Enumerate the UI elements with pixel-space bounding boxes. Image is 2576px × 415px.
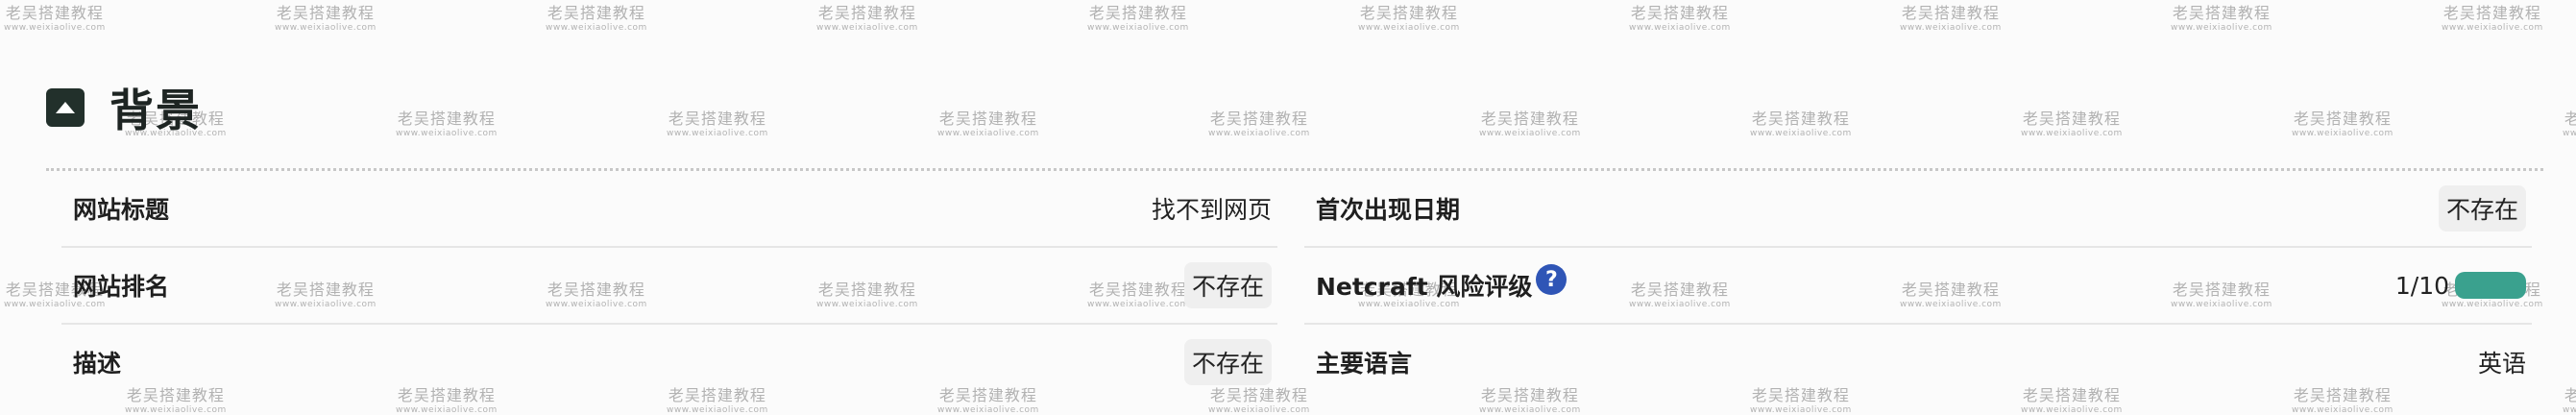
section-title: 背景 (109, 85, 202, 136)
info-row-primary-language: 主要语言 英语 (1304, 325, 2532, 400)
first-seen-value: 不存在 (2438, 185, 2526, 232)
info-row-first-seen: 首次出现日期 不存在 (1304, 171, 2532, 248)
watermark-line1: 老吴搭建教程 (1209, 110, 1308, 128)
watermark-line1: 老吴搭建教程 (817, 4, 916, 22)
netcraft-risk-label: Netcraft 风险评级 (1316, 273, 1533, 301)
description-label: 描述 (73, 350, 122, 378)
watermark-line2: www.weixiaolive.com (667, 129, 768, 138)
watermark-line2: www.weixiaolive.com (4, 23, 106, 33)
watermark-text: 老吴搭建教程www.weixiaolive.com (1208, 111, 1310, 138)
watermark-line2: www.weixiaolive.com (1208, 405, 1310, 415)
watermark-line2: www.weixiaolive.com (1750, 405, 1852, 415)
watermark-line2: www.weixiaolive.com (1087, 23, 1189, 33)
watermark-line1: 老吴搭建教程 (2442, 4, 2541, 22)
watermark-line1: 老吴搭建教程 (547, 4, 645, 22)
watermark-text: 老吴搭建教程www.weixiaolive.com (937, 111, 1039, 138)
watermark-line2: www.weixiaolive.com (2442, 23, 2543, 33)
watermark-line1: 老吴搭建教程 (938, 110, 1037, 128)
watermark-line2: www.weixiaolive.com (1900, 23, 2002, 33)
watermark-text: 老吴搭建教程www.weixiaolive.com (2171, 6, 2272, 33)
site-title-label: 网站标题 (73, 196, 170, 224)
watermark-text: 老吴搭建教程www.weixiaolive.com (1479, 111, 1581, 138)
watermark-text: 老吴搭建教程www.weixiaolive.com (2563, 388, 2576, 415)
risk-rating-bar (2455, 272, 2526, 299)
primary-language-value: 英语 (2477, 350, 2526, 378)
watermark-line1: 老吴搭建教程 (5, 4, 104, 22)
watermark-text: 老吴搭建教程www.weixiaolive.com (2021, 111, 2123, 138)
watermark-text: 老吴搭建教程www.weixiaolive.com (2563, 111, 2576, 138)
watermark-line1: 老吴搭建教程 (2022, 110, 2121, 128)
watermark-line2: www.weixiaolive.com (2292, 405, 2394, 415)
watermark-line2: www.weixiaolive.com (2021, 129, 2123, 138)
watermark-text: 老吴搭建教程www.weixiaolive.com (816, 6, 918, 33)
watermark-text: 老吴搭建教程www.weixiaolive.com (275, 6, 377, 33)
watermark-line1: 老吴搭建教程 (1630, 4, 1729, 22)
watermark-line2: www.weixiaolive.com (2292, 129, 2394, 138)
watermark-text: 老吴搭建教程www.weixiaolive.com (667, 111, 768, 138)
site-title-value: 找不到网页 (1151, 196, 1272, 224)
watermark-line2: www.weixiaolive.com (2021, 405, 2123, 415)
info-row-netcraft-risk: Netcraft 风险评级 ? 1/10 (1304, 248, 2532, 325)
watermark-text: 老吴搭建教程www.weixiaolive.com (396, 111, 498, 138)
watermark-line1: 老吴搭建教程 (2564, 386, 2576, 404)
caret-up-icon (56, 102, 75, 113)
netcraft-risk-value-wrap: 1/10 (2395, 272, 2532, 300)
watermark-line1: 老吴搭建教程 (1480, 110, 1579, 128)
watermark-line1: 老吴搭建教程 (2172, 4, 2271, 22)
watermark-line1: 老吴搭建教程 (2293, 110, 2392, 128)
watermark-line2: www.weixiaolive.com (546, 23, 647, 33)
watermark-text: 老吴搭建教程www.weixiaolive.com (2292, 111, 2394, 138)
watermark-line2: www.weixiaolive.com (125, 405, 227, 415)
site-rank-label: 网站排名 (73, 273, 170, 301)
first-seen-label: 首次出现日期 (1316, 196, 1461, 224)
watermark-text: 老吴搭建教程www.weixiaolive.com (1087, 6, 1189, 33)
watermark-line1: 老吴搭建教程 (1751, 110, 1850, 128)
info-column-left: 网站标题 找不到网页 网站排名 不存在 描述 不存在 (61, 171, 1277, 400)
watermark-line2: www.weixiaolive.com (937, 129, 1039, 138)
watermark-line1: 老吴搭建教程 (668, 110, 766, 128)
watermark-line1: 老吴搭建教程 (1359, 4, 1458, 22)
watermark-line2: www.weixiaolive.com (1479, 129, 1581, 138)
watermark-line2: www.weixiaolive.com (937, 405, 1039, 415)
watermark-line1: 老吴搭建教程 (1088, 4, 1187, 22)
watermark-text: 老吴搭建教程www.weixiaolive.com (4, 6, 106, 33)
watermark-line1: 老吴搭建教程 (276, 4, 375, 22)
watermark-text: 老吴搭建教程www.weixiaolive.com (1900, 6, 2002, 33)
primary-language-label: 主要语言 (1316, 350, 1413, 378)
watermark-line2: www.weixiaolive.com (816, 23, 918, 33)
watermark-line2: www.weixiaolive.com (275, 23, 377, 33)
collapse-toggle-button[interactable] (46, 88, 85, 127)
watermark-line1: 老吴搭建教程 (397, 110, 496, 128)
description-value: 不存在 (1183, 339, 1272, 385)
watermark-line1: 老吴搭建教程 (1901, 4, 2000, 22)
watermark-line2: www.weixiaolive.com (2171, 23, 2272, 33)
info-row-site-title: 网站标题 找不到网页 (61, 171, 1277, 248)
watermark-line2: www.weixiaolive.com (396, 405, 498, 415)
netcraft-risk-label-wrap: Netcraft 风险评级 ? (1304, 264, 1567, 303)
watermark-line2: www.weixiaolive.com (2563, 129, 2576, 138)
watermark-line2: www.weixiaolive.com (1208, 129, 1310, 138)
info-column-right: 首次出现日期 不存在 Netcraft 风险评级 ? 1/10 主要语言 英语 (1304, 171, 2532, 400)
watermark-text: 老吴搭建教程www.weixiaolive.com (546, 6, 647, 33)
watermark-line2: www.weixiaolive.com (1358, 23, 1460, 33)
watermark-line2: www.weixiaolive.com (1479, 405, 1581, 415)
info-row-description: 描述 不存在 (61, 325, 1277, 400)
watermark-line2: www.weixiaolive.com (1750, 129, 1852, 138)
watermark-text: 老吴搭建教程www.weixiaolive.com (1358, 6, 1460, 33)
watermark-line2: www.weixiaolive.com (667, 405, 768, 415)
watermark-text: 老吴搭建教程www.weixiaolive.com (1750, 111, 1852, 138)
section-header: 背景 (46, 81, 202, 136)
watermark-line2: www.weixiaolive.com (2563, 405, 2576, 415)
watermark-text: 老吴搭建教程www.weixiaolive.com (2442, 6, 2543, 33)
watermark-line2: www.weixiaolive.com (1629, 23, 1731, 33)
watermark-line2: www.weixiaolive.com (396, 129, 498, 138)
info-row-site-rank: 网站排名 不存在 (61, 248, 1277, 325)
site-rank-value: 不存在 (1183, 262, 1272, 308)
help-icon[interactable]: ? (1536, 264, 1567, 295)
netcraft-risk-value: 1/10 (2394, 271, 2449, 300)
watermark-text: 老吴搭建教程www.weixiaolive.com (1629, 6, 1731, 33)
watermark-line1: 老吴搭建教程 (2564, 110, 2576, 128)
